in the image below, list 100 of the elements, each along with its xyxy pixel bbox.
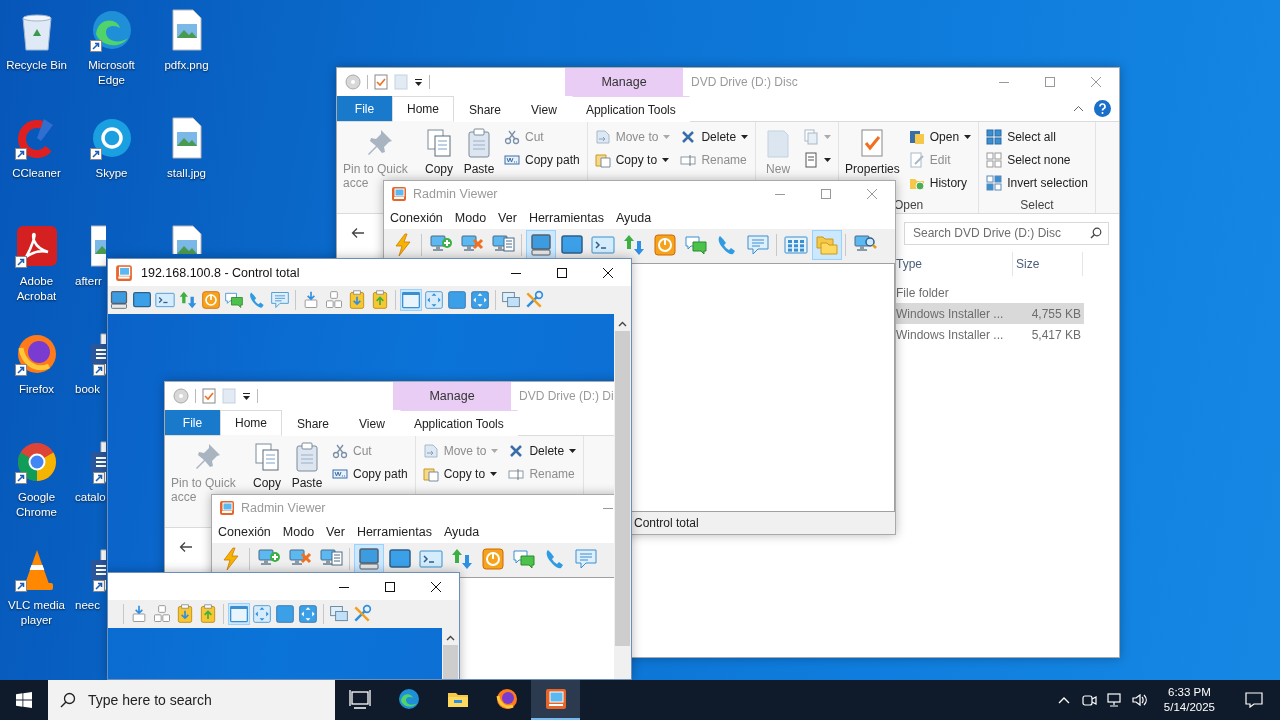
search-box[interactable]: Search DVD Drive (D:) Disc (904, 221, 1109, 245)
menu-item[interactable]: Herramientas (522, 210, 610, 225)
volume-icon[interactable] (1130, 692, 1147, 708)
back-button[interactable] (177, 539, 195, 555)
toolbar-button[interactable] (445, 289, 468, 311)
file-tab[interactable]: File (337, 96, 392, 121)
chat-bubbles-icon (683, 233, 708, 257)
ribbon-button[interactable]: Invert selection (983, 172, 1091, 194)
speech-bubble-icon (745, 233, 770, 257)
app-logo-icon (543, 687, 568, 711)
app-logo-icon (219, 499, 235, 516)
ribbon-button[interactable]: Copy to (419, 463, 502, 485)
power-icon (652, 233, 677, 257)
ribbon-button[interactable]: Properties (843, 125, 902, 176)
ribbon-button[interactable]: Copy (421, 125, 457, 176)
toolbar-button[interactable] (296, 603, 319, 625)
clock[interactable]: 6:33 PM 5/14/2025 (1155, 685, 1223, 715)
file-row[interactable]: File folder (893, 282, 1084, 303)
scrollbar-thumb[interactable] (615, 331, 630, 646)
toolbar-button[interactable] (273, 603, 296, 625)
speech-bubble-icon (573, 547, 598, 571)
desktop-icon[interactable]: Adobe Acrobat (0, 222, 74, 304)
ribbon-tab[interactable]: Home (392, 96, 454, 122)
ribbon-button[interactable]: Copy path (329, 463, 411, 485)
ribbon-button[interactable]: Copy path (501, 149, 583, 171)
desktop-icon[interactable]: pdfx.png (149, 6, 224, 73)
ribbon-button[interactable]: Copy to (591, 149, 674, 171)
maximize-icon (1045, 77, 1055, 87)
desktop-icon[interactable]: Skype (74, 114, 149, 181)
toolbar-button[interactable] (353, 544, 384, 574)
dropdown-icon[interactable] (242, 391, 251, 401)
ribbon-button[interactable]: History (905, 172, 975, 194)
caret-icon (490, 472, 498, 476)
caret-icon (824, 135, 832, 139)
ribbon-button[interactable]: Copy (249, 439, 285, 490)
desktop-icon[interactable]: VLC media player (0, 546, 74, 628)
scroll-up-icon[interactable] (618, 321, 627, 327)
menu-item[interactable]: Ver (320, 524, 351, 539)
search-field[interactable]: Type here to search (88, 692, 335, 708)
ribbon-button[interactable]: Paste (461, 125, 497, 176)
power-icon (200, 290, 221, 310)
fit-screen-icon (423, 290, 444, 310)
menu-item[interactable]: Ayuda (437, 524, 486, 539)
menu-item[interactable]: Conexión (212, 524, 277, 539)
menu-item[interactable]: Ver (492, 210, 523, 225)
ribbon-tab[interactable]: Application Tools (399, 410, 518, 436)
shortcut-arrow-icon (14, 364, 27, 376)
desktop-icon[interactable]: Firefox (0, 330, 74, 397)
back-arrow-icon (179, 541, 193, 553)
file-tab[interactable]: File (165, 410, 220, 435)
ribbon-button[interactable]: Select none (983, 149, 1091, 171)
desktop-icon[interactable]: Recycle Bin (0, 6, 74, 73)
menu-item[interactable]: Conexión (384, 210, 449, 225)
network-icon[interactable] (1105, 692, 1122, 708)
camera-icon[interactable] (1080, 692, 1097, 708)
up-down-arrows-icon (621, 233, 646, 257)
caret-icon (663, 135, 671, 139)
ribbon-button[interactable]: Open (905, 126, 975, 148)
toolbar-button[interactable] (268, 289, 291, 311)
toolbar-button[interactable] (525, 230, 556, 260)
firefox-icon (494, 687, 519, 711)
context-tab-header: Manage (393, 382, 511, 410)
back-button[interactable] (349, 225, 367, 241)
toolbar-button[interactable] (199, 289, 222, 311)
taskbar-app-button[interactable] (531, 680, 580, 720)
ribbon-button[interactable]: Delete (505, 440, 580, 462)
close-icon (431, 581, 441, 592)
ribbon-button[interactable]: Delete (677, 126, 752, 148)
up-down-arrows-icon (177, 290, 198, 310)
new-folder-icon (222, 388, 236, 404)
desktop-icon[interactable]: Microsoft Edge (74, 6, 149, 88)
toolbar-button[interactable] (399, 289, 422, 311)
search-box[interactable]: Type here to search (48, 680, 335, 720)
toolbar-button[interactable] (468, 289, 491, 311)
help-icon[interactable] (1094, 100, 1111, 117)
file-row[interactable]: Windows Installer ... 5,417 KB (893, 324, 1084, 345)
file-row[interactable]: Windows Installer ... 4,755 KB (893, 303, 1084, 324)
vertical-scrollbar[interactable] (614, 314, 631, 679)
maximize-icon (557, 267, 567, 278)
scroll-up-icon[interactable] (446, 635, 455, 641)
ribbon-tab[interactable]: Home (220, 410, 282, 436)
properties-icon (374, 74, 388, 90)
toolbar-button[interactable] (422, 289, 445, 311)
ribbon-tab[interactable]: Application Tools (571, 96, 690, 122)
desktop-icon[interactable]: stall.jpg (149, 114, 224, 181)
desktop-icon[interactable]: Google Chrome (0, 438, 74, 520)
menu-item[interactable]: Modo (276, 524, 321, 539)
desktop-icon[interactable]: CCleaner (0, 114, 74, 181)
menu-item[interactable]: Ayuda (609, 210, 658, 225)
menu-item[interactable]: Herramientas (350, 524, 438, 539)
menu-item[interactable]: Modo (448, 210, 493, 225)
copy-folder-icon (594, 152, 611, 168)
toolbar-button[interactable] (227, 603, 250, 625)
column-header[interactable]: Size (1013, 252, 1083, 276)
monitor-icon (387, 547, 412, 571)
keys-icon (323, 290, 344, 310)
toolbar-button[interactable] (250, 603, 273, 625)
dropdown-icon[interactable] (414, 77, 423, 87)
ribbon-button[interactable]: Select all (983, 126, 1091, 148)
ribbon-button[interactable]: Paste (289, 439, 325, 490)
